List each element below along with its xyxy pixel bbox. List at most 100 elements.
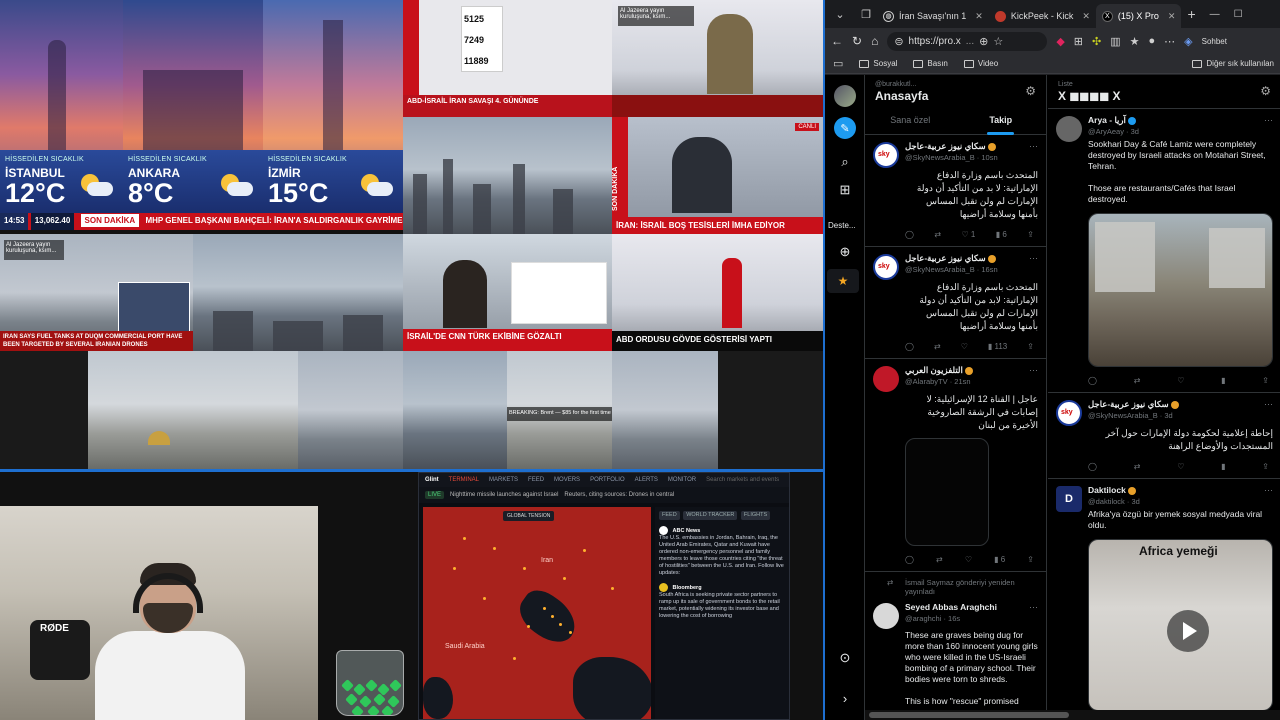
minimize-icon[interactable]: — — [1210, 9, 1220, 20]
sohbet-button[interactable]: Sohbet — [1202, 37, 1227, 46]
bookmark-folder[interactable]: Sosyal — [859, 59, 897, 68]
extension-icon[interactable]: ⊞ — [1074, 35, 1083, 48]
retweet-icon[interactable]: ⇄ — [936, 554, 943, 565]
favorites-icon[interactable]: ★ — [1130, 35, 1140, 48]
more-icon[interactable]: ⋯ — [1029, 365, 1038, 376]
share-icon[interactable]: ⇪ — [1027, 341, 1034, 352]
tweet-author[interactable]: Arya - آریا — [1088, 115, 1126, 125]
avatar[interactable] — [873, 142, 899, 168]
more-icon[interactable]: ⋯ — [1264, 485, 1273, 496]
tweet-author[interactable]: التلفزيون العربي — [905, 365, 963, 375]
more-icon[interactable]: ⋯ — [1029, 253, 1038, 264]
nav-markets[interactable]: MARKETS — [489, 477, 518, 483]
views-icon[interactable]: ▮ — [1221, 461, 1225, 472]
views-button[interactable]: ▮ 6 — [996, 229, 1007, 240]
tweet-author[interactable]: سكاي نيوز عربية-عاجل — [905, 253, 986, 263]
profile-avatar[interactable]: ● — [1149, 35, 1156, 47]
copilot-icon[interactable]: ◈ — [1184, 35, 1192, 48]
tweet[interactable]: سكاي نيوز عربية-عاجل @SkyNewsArabia_B · … — [865, 135, 1046, 247]
retweet-icon[interactable]: ⇄ — [934, 341, 941, 352]
zoom-icon[interactable]: ⊕ — [979, 35, 988, 48]
tweet-handle[interactable]: @AlarabyTV · 21sn — [905, 376, 1038, 387]
tweet[interactable]: Arya - آریا @AryAeay · 3d ⋯ Sookhari Day… — [1048, 109, 1280, 393]
horizontal-scrollbar[interactable] — [865, 710, 1280, 720]
avatar[interactable] — [1056, 400, 1082, 426]
tweet-handle[interactable]: @daktilock · 3d — [1088, 496, 1273, 507]
tension-map[interactable]: GLOBAL TENSION Iran Saudi Arabia — [423, 507, 651, 719]
tweet-handle[interactable]: @SkyNewsArabia_B · 10sn — [905, 152, 1038, 163]
more-icon[interactable]: ⋯ — [1264, 115, 1273, 126]
tweet[interactable]: Seyed Abbas Araghchi @araghchi · 16s ⋯ T… — [865, 596, 1046, 713]
favorite-star-icon[interactable]: ☆ — [993, 35, 1003, 48]
like-button[interactable]: ♡ 1 — [962, 229, 976, 240]
tweet-author[interactable]: سكاي نيوز عربية-عاجل — [905, 141, 986, 151]
tab-list-button[interactable]: ⌄ — [829, 3, 851, 25]
home-icon[interactable]: ⌂ — [871, 34, 878, 48]
reply-icon[interactable]: ◯ — [1088, 461, 1097, 472]
share-icon[interactable]: ⇪ — [1262, 461, 1269, 472]
share-icon[interactable]: ⇪ — [1027, 554, 1034, 565]
retweet-icon[interactable]: ⇄ — [1134, 375, 1141, 386]
close-icon[interactable]: ✕ — [975, 11, 983, 22]
sidebar-icon[interactable]: ▭ — [833, 57, 843, 70]
close-icon[interactable]: ✕ — [1168, 11, 1176, 22]
like-icon[interactable]: ♡ — [961, 341, 968, 352]
share-icon[interactable]: ⇪ — [1262, 375, 1269, 386]
retweet-text[interactable]: İsmail Saymaz gönderiyi yeniden yayınlad… — [905, 578, 1015, 596]
nav-monitor[interactable]: MONITOR — [668, 477, 696, 483]
reply-icon[interactable]: ◯ — [905, 341, 914, 352]
like-icon[interactable]: ♡ — [965, 554, 972, 565]
tweet-handle[interactable]: @SkyNewsArabia_B · 16sn — [905, 264, 1038, 275]
tweet-handle[interactable]: @araghchi · 16s — [905, 613, 1038, 624]
reply-icon[interactable]: ◯ — [1088, 375, 1097, 386]
nav-terminal[interactable]: TERMINAL — [449, 477, 479, 483]
avatar[interactable] — [873, 366, 899, 392]
tweet[interactable]: سكاي نيوز عربية-عاجل @SkyNewsArabia_B · … — [865, 247, 1046, 359]
bookmark-folder[interactable]: Basın — [913, 59, 948, 68]
url-field[interactable]: ⊜ https://pro.x ... ⊕ ☆ — [887, 31, 1048, 51]
tab-x-pro[interactable]: X (15) X Pro ✕ — [1095, 4, 1182, 28]
expand-icon[interactable]: › — [834, 687, 856, 709]
views-button[interactable]: ▮ 113 — [988, 341, 1007, 352]
tweet[interactable]: D Daktilock @daktilock · 3d ⋯ Afrika'ya … — [1048, 479, 1280, 717]
tweet[interactable]: التلفزيون العربي @AlarabyTV · 21sn ⋯ عاج… — [865, 359, 1046, 572]
tweet-video[interactable]: Africa yemeği — [1088, 539, 1273, 711]
starred-deck-icon[interactable]: ★ — [827, 269, 859, 293]
gear-icon[interactable]: ⚙ — [1025, 84, 1036, 98]
tab-following[interactable]: Takip — [956, 109, 1047, 135]
headline-1[interactable]: Nighttime missile launches against Israe… — [450, 492, 558, 498]
refresh-icon[interactable]: ↻ — [852, 34, 862, 48]
nav-feed[interactable]: FEED — [528, 477, 544, 483]
feed-item[interactable]: Bloomberg South Africa is seeking privat… — [659, 583, 785, 620]
retweet-icon[interactable]: ⇄ — [1134, 461, 1141, 472]
like-icon[interactable]: ♡ — [1177, 461, 1184, 472]
avatar[interactable] — [873, 603, 899, 629]
add-column-icon[interactable]: ⊞ — [834, 179, 856, 201]
bookmark-folder[interactable]: Video — [963, 59, 998, 68]
split-screen-icon[interactable]: ▥ — [1110, 35, 1120, 48]
tweet-media[interactable] — [905, 438, 989, 546]
tweet-handle[interactable]: @SkyNewsArabia_B · 3d — [1088, 410, 1273, 421]
extension-icon[interactable]: ✣ — [1092, 35, 1101, 48]
scroll-thumb[interactable] — [869, 712, 1069, 718]
back-icon[interactable]: ← — [831, 34, 843, 48]
site-info-icon[interactable]: ⊜ — [894, 35, 903, 48]
tab-iran[interactable]: ◍ İran Savaşı'nın 1 ✕ — [877, 4, 989, 28]
feed-item[interactable]: ABC News The U.S. embassies in Jordan, B… — [659, 526, 785, 577]
close-icon[interactable]: ✕ — [1082, 11, 1090, 22]
avatar[interactable] — [834, 85, 856, 107]
nav-alerts[interactable]: ALERTS — [635, 477, 658, 483]
headline-2[interactable]: Reuters, citing sources: Drones in centr… — [564, 492, 674, 498]
avatar[interactable]: D — [1056, 486, 1082, 512]
views-icon[interactable]: ▮ — [1221, 375, 1225, 386]
search-icon[interactable]: ⌕ — [834, 151, 856, 173]
tweet[interactable]: سكاي نيوز عربية-عاجل @SkyNewsArabia_B · … — [1048, 393, 1280, 479]
tweet-handle[interactable]: @AryAeay · 3d — [1088, 126, 1273, 137]
reply-icon[interactable]: ◯ — [905, 229, 914, 240]
extension-icon[interactable]: ◆ — [1056, 35, 1064, 48]
tab-kickpeek[interactable]: KickPeek - Kick ✕ — [989, 4, 1096, 28]
nav-movers[interactable]: MOVERS — [554, 477, 580, 483]
tweet-author[interactable]: Seyed Abbas Araghchi — [905, 602, 997, 612]
tab-for-you[interactable]: Sana özel — [865, 109, 956, 135]
avatar[interactable] — [873, 254, 899, 280]
